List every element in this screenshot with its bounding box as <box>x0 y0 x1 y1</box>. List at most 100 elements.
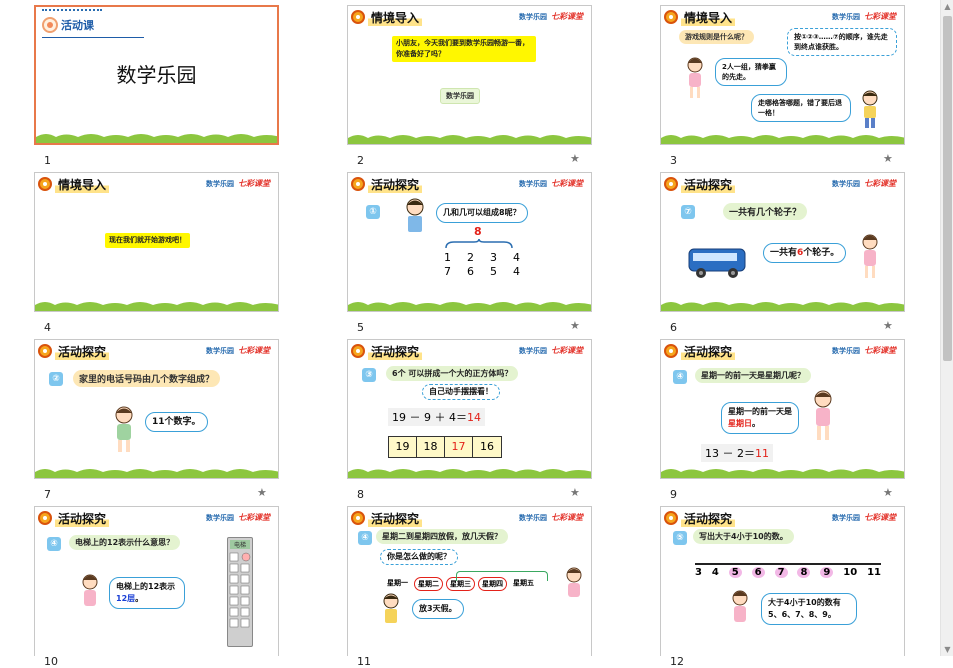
magnifier-logo-icon <box>38 344 52 358</box>
animation-star-icon[interactable]: ★ <box>883 319 893 332</box>
slide-number-7: 7 <box>44 488 51 501</box>
brand-logo: 七彩课堂 <box>864 346 896 355</box>
slide-header: 活动探究 <box>664 509 736 527</box>
boy-thinking-figure <box>406 198 424 232</box>
grass-decoration <box>348 466 591 478</box>
brace-icon <box>445 239 513 249</box>
question-number-badge: ③ <box>362 368 376 382</box>
sum-top: 8 <box>474 225 482 238</box>
animation-star-icon[interactable]: ★ <box>883 486 893 499</box>
question-box: 写出大于4小于10的数。 <box>693 529 794 544</box>
slide-header: 情境导入 <box>664 8 736 26</box>
magnifier-logo-icon <box>664 511 678 525</box>
question-number-badge: ⑤ <box>673 531 687 545</box>
brand-logo: 七彩课堂 <box>238 346 270 355</box>
slide-thumbnail-12[interactable]: 活动探究 数学乐园 七彩课堂 ⑤ 写出大于4小于10的数。 3 4 5 6 7 … <box>660 506 905 656</box>
elevator-buttons <box>229 552 251 628</box>
slide-thumbnail-5[interactable]: 活动探究 数学乐园 七彩课堂 ① 几和几可以组成8呢？ 8 1234 7654 <box>347 172 592 312</box>
brand-logo: 七彩课堂 <box>551 179 583 188</box>
slide-thumbnail-2[interactable]: 情境导入 数学乐园 七彩课堂 小朋友，今天我们要到数学乐园畅游一番，你准备好了吗… <box>347 5 592 145</box>
slide-number-8: 8 <box>357 488 364 501</box>
brand-label: 数学乐园 <box>519 180 547 188</box>
brand-label: 数学乐园 <box>206 180 234 188</box>
slide-thumbnail-1[interactable]: 活动课 数学乐园 <box>34 5 279 145</box>
answer-bubble: 11个数字。 <box>145 412 208 432</box>
grass-decoration <box>36 131 277 143</box>
animation-star-icon[interactable]: ★ <box>570 152 580 165</box>
question-box: 星期二到星期四放假，放几天假？ <box>376 529 508 544</box>
hint-box: 自己动手摆摆看！ <box>422 384 500 400</box>
brand-logo: 七彩课堂 <box>238 179 270 188</box>
question-number-badge: ④ <box>358 531 372 545</box>
bracket-line <box>456 571 548 581</box>
girl-figure <box>82 574 98 606</box>
equation: 13 － 2＝11 <box>701 444 773 462</box>
slide-thumbnail-3[interactable]: 情境导入 数学乐园 七彩课堂 游戏规则是什么呢？ 按①②③……⑦的顺序，谁先走到… <box>660 5 905 145</box>
scrollbar-thumb[interactable] <box>943 16 952 361</box>
brand-logo: 七彩课堂 <box>551 12 583 21</box>
slide-number-4: 4 <box>44 321 51 334</box>
slide-number-9: 9 <box>670 488 677 501</box>
intro-text: 小朋友，今天我们要到数学乐园畅游一番，你准备好了吗？ <box>392 36 536 62</box>
scroll-down-arrow-icon[interactable]: ▼ <box>943 645 952 654</box>
slide-thumbnail-7[interactable]: 活动探究 数学乐园 七彩课堂 ② 家里的电话号码由几个数字组成？ 11个数字。 <box>34 339 279 479</box>
animation-star-icon[interactable]: ★ <box>257 486 267 499</box>
top-stripe <box>42 9 102 12</box>
slide-header: 活动探究 <box>351 175 423 193</box>
slide-header: 活动探究 <box>351 342 423 360</box>
girl-figure <box>115 406 133 452</box>
bus-icon <box>688 248 746 278</box>
scroll-up-arrow-icon[interactable]: ▲ <box>943 2 952 11</box>
answer-bubble: 星期一的前一天是星期日。 <box>721 402 799 434</box>
magnifier-logo-icon <box>38 177 52 191</box>
slide-thumbnail-4[interactable]: 情境导入 数学乐园 七彩课堂 现在我们就开始游戏吧！ <box>34 172 279 312</box>
slide-header: 活动探究 <box>38 342 110 360</box>
boy-figure <box>862 90 878 128</box>
magnifier-logo-icon <box>38 511 52 525</box>
brand-label: 数学乐园 <box>832 13 860 21</box>
grass-decoration <box>661 132 904 144</box>
slide-thumbnail-10[interactable]: 活动探究 数学乐园 七彩课堂 ④ 电梯上的12表示什么意思？ 电梯上的12表示1… <box>34 506 279 656</box>
slide-number-6: 6 <box>670 321 677 334</box>
brand-label: 数学乐园 <box>519 13 547 21</box>
tag-underline <box>42 37 144 38</box>
girl-figure <box>732 590 748 622</box>
vertical-scrollbar[interactable]: ▲ ▼ <box>940 0 953 656</box>
magnifier-logo-icon <box>664 10 678 24</box>
slide-header: 活动探究 <box>351 509 423 527</box>
slide-thumbnail-6[interactable]: 活动探究 数学乐园 七彩课堂 ⑦ 一共有几个轮子？ 一共有6个轮子。 <box>660 172 905 312</box>
slide-thumbnail-9[interactable]: 活动探究 数学乐园 七彩课堂 ④ 星期一的前一天是星期几呢？ 星期一的前一天是星… <box>660 339 905 479</box>
brand-label: 数学乐园 <box>519 347 547 355</box>
answer-bubble: 电梯上的12表示12层。 <box>109 577 185 609</box>
question-box: 家里的电话号码由几个数字组成？ <box>73 370 221 387</box>
magnifier-logo-icon <box>351 344 365 358</box>
number-line-axis <box>695 563 881 565</box>
animation-star-icon[interactable]: ★ <box>883 152 893 165</box>
brand-label: 数学乐园 <box>832 347 860 355</box>
slide-title: 数学乐园 <box>116 63 197 87</box>
grass-decoration <box>661 299 904 311</box>
slide-header: 情境导入 <box>351 8 423 26</box>
answer-bubble: 大于4小于10的数有5、6、7、8、9。 <box>761 593 857 625</box>
equation: 19 － 9 ＋ 4＝14 <box>388 408 485 426</box>
elevator-panel: 电梯 <box>227 537 253 647</box>
question-number-badge: ① <box>366 205 380 219</box>
answer-bubble: 放3天假。 <box>412 599 464 619</box>
question-number-badge: ④ <box>673 370 687 384</box>
slide-thumbnail-8[interactable]: 活动探究 数学乐园 七彩课堂 ③ 6个 可以拼成一个大的正方体吗？ 自己动手摆摆… <box>347 339 592 479</box>
question-number-badge: ⑦ <box>681 205 695 219</box>
question-box: 一共有几个轮子？ <box>723 203 808 220</box>
boy-figure <box>383 593 399 623</box>
brand-logo: 七彩课堂 <box>864 513 896 522</box>
magnifier-logo-icon <box>351 177 365 191</box>
grass-decoration <box>661 466 904 478</box>
pair-row-2: 7654 <box>444 265 520 278</box>
question-number-badge: ④ <box>47 537 61 551</box>
slide-header: 活动探究 <box>38 509 110 527</box>
slide-thumbnail-11[interactable]: 活动探究 数学乐园 七彩课堂 ④ 星期二到星期四放假，放几天假？ 你是怎么做的呢… <box>347 506 592 656</box>
park-label: 数学乐园 <box>440 88 480 104</box>
animation-star-icon[interactable]: ★ <box>570 319 580 332</box>
slide-number-11: 11 <box>357 655 371 668</box>
animation-star-icon[interactable]: ★ <box>570 486 580 499</box>
lesson-tag-label: 活动课 <box>61 19 94 32</box>
